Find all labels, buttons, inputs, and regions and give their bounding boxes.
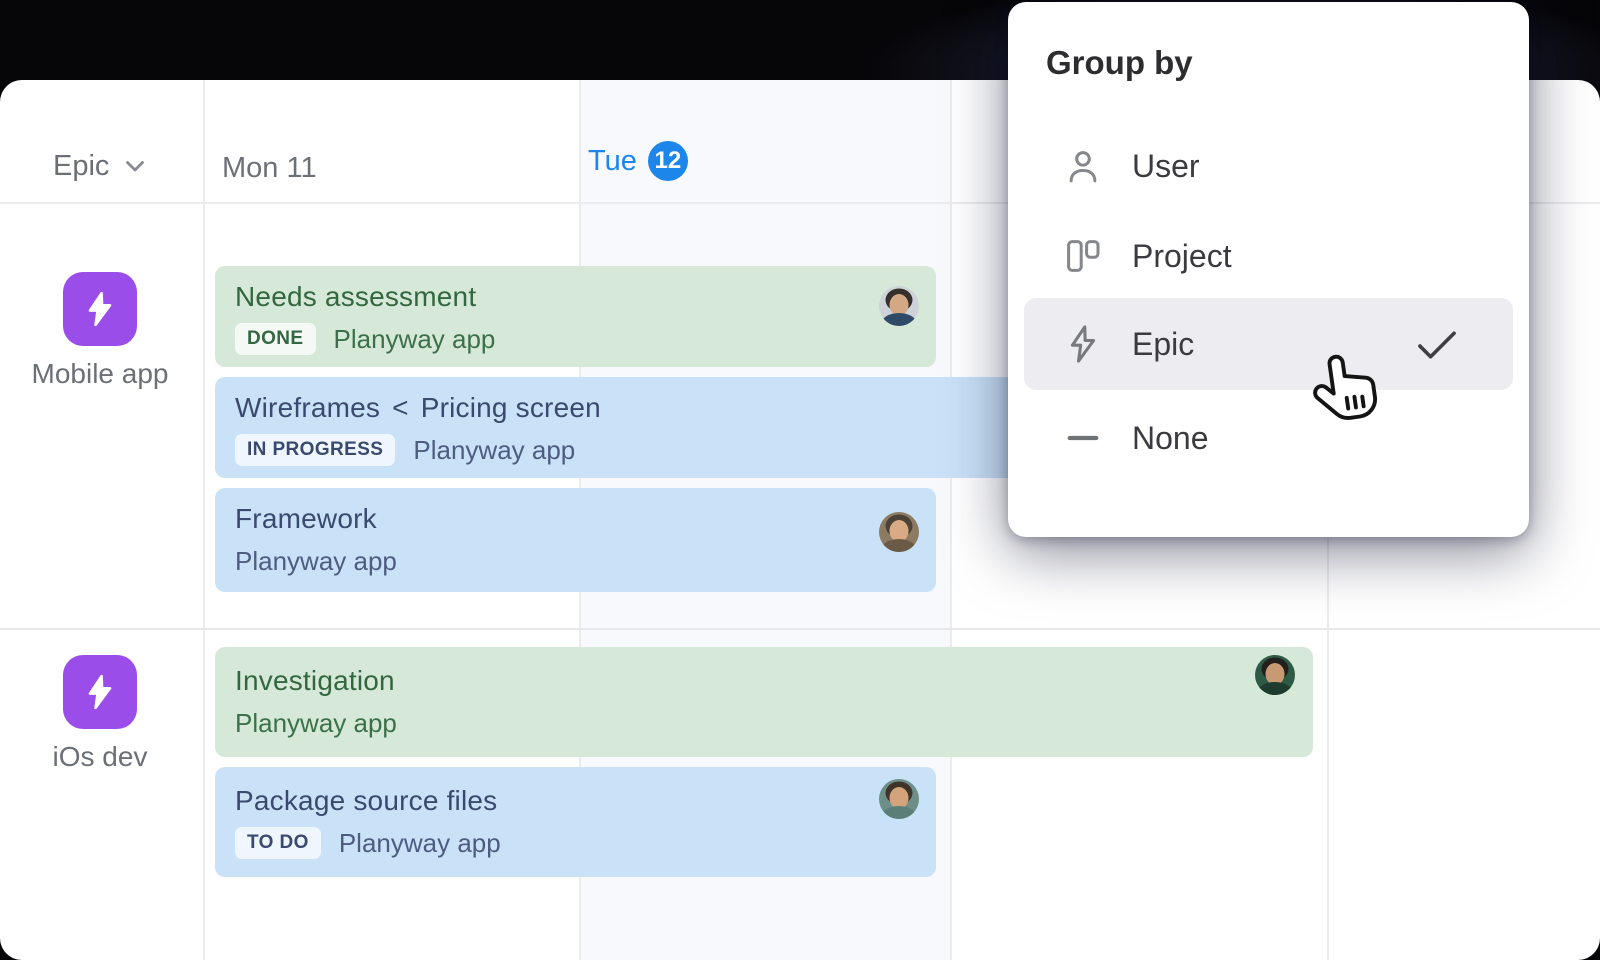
card-title: Investigation [235,664,1293,698]
day-header-tue-label: Tue [588,145,637,178]
assignee-avatar [879,779,919,819]
menu-item-label: Project [1132,238,1232,275]
status-badge: IN PROGRESS [235,434,395,466]
checkmark-icon [1415,329,1459,366]
row-divider [0,628,1600,630]
group-by-selector-value: Epic [53,150,109,183]
card-title: Package source files [235,784,916,818]
today-date-badge: 12 [648,141,688,181]
project-label: Planyway app [235,546,397,577]
task-card-investigation[interactable]: Investigation Planyway app [215,647,1313,757]
menu-item-none[interactable]: None [1024,392,1513,484]
project-label: Planyway app [413,435,575,466]
user-icon [1060,148,1106,184]
epic-icon [63,272,137,346]
day-header-mon: Mon 11 [222,152,317,185]
menu-item-project[interactable]: Project [1024,210,1513,302]
menu-item-label: Epic [1132,326,1194,363]
day-header-tue: Tue 12 [588,141,688,181]
epic-icon [1060,324,1106,364]
grid-line [950,80,952,960]
link-separator: < [392,392,409,423]
project-label: Planyway app [334,324,496,355]
assignee-avatar [1255,655,1295,695]
project-label: Planyway app [339,828,501,859]
menu-item-label: None [1132,420,1209,457]
grid-line [203,80,205,960]
linked-card-title: Pricing screen [421,392,601,423]
menu-item-epic[interactable]: Epic [1024,298,1513,390]
epic-group-label: Mobile app [5,358,195,390]
none-icon [1060,420,1106,456]
status-badge: DONE [235,323,316,355]
card-title: Framework [235,502,916,536]
menu-title: Group by [1046,44,1193,82]
task-card-needs-assessment[interactable]: Needs assessment DONE Planyway app [215,266,936,367]
project-icon [1060,238,1106,274]
task-card-package-source-files[interactable]: Package source files TO DO Planyway app [215,767,936,877]
epic-group-ios-dev: iOs dev [5,655,195,773]
status-badge: TO DO [235,827,321,859]
task-card-framework[interactable]: Framework Planyway app [215,488,936,592]
epic-group-label: iOs dev [5,741,195,773]
epic-icon [63,655,137,729]
menu-item-label: User [1132,148,1200,185]
assignee-avatar [879,286,919,326]
group-by-selector[interactable]: Epic [53,150,145,183]
epic-group-mobile-app: Mobile app [5,272,195,390]
assignee-avatar [879,512,919,552]
group-by-menu: Group by User Project Epic [1008,2,1529,537]
menu-item-user[interactable]: User [1024,120,1513,212]
chevron-down-icon [125,160,145,173]
project-label: Planyway app [235,708,397,739]
card-title: Needs assessment [235,280,916,314]
